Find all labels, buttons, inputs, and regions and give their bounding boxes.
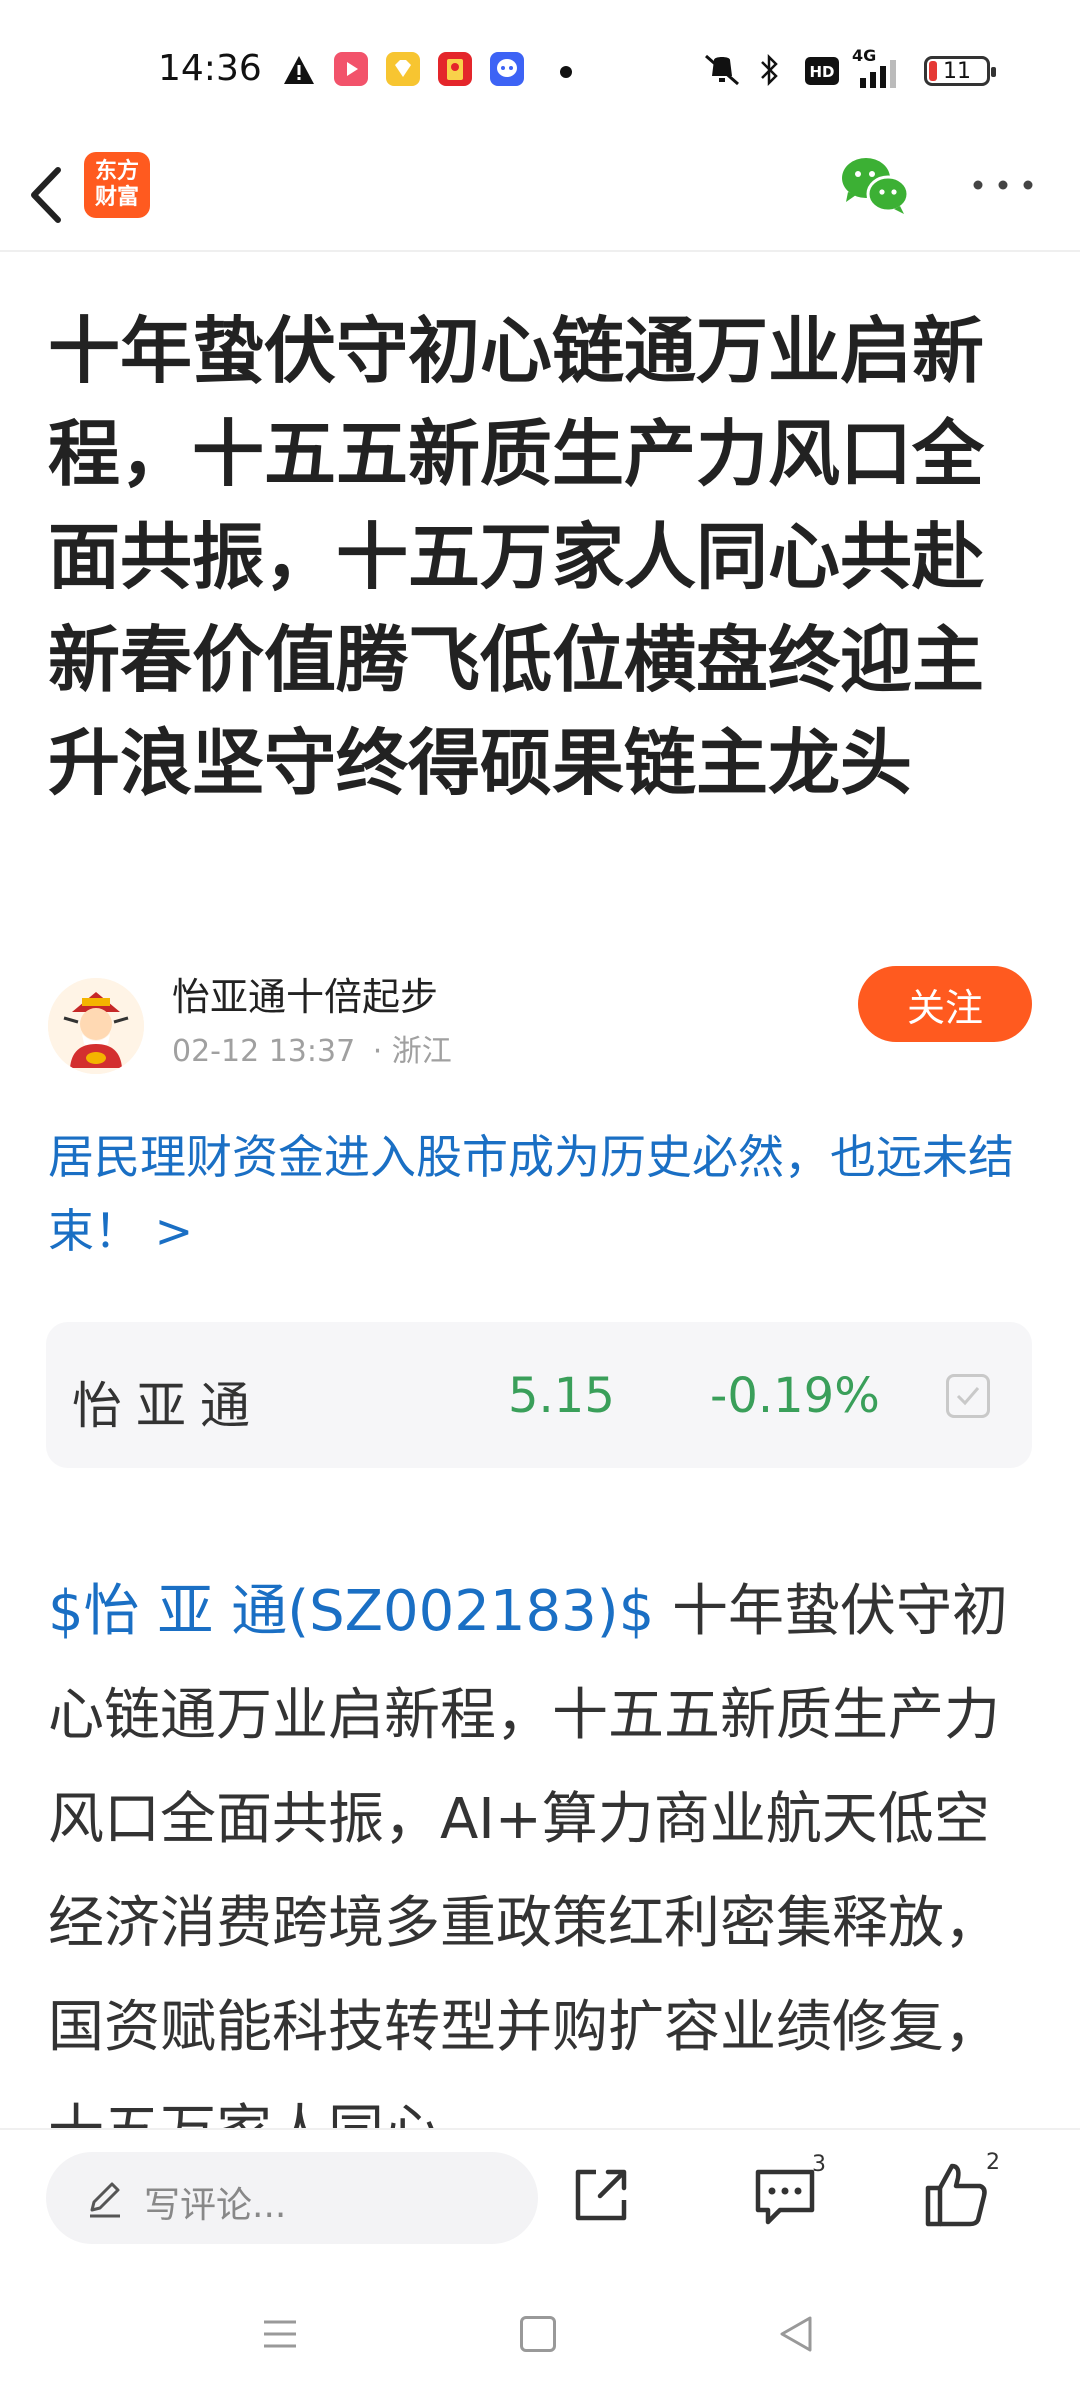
more-button[interactable] xyxy=(968,170,1038,200)
article-body-text: 十年蛰伏守初心链通万业启新程，十五五新质生产力风口全面共振，AI+算力商业航天低… xyxy=(48,1579,1009,2130)
video-app-icon xyxy=(334,52,368,86)
nav-back-icon[interactable] xyxy=(774,2312,818,2356)
menu-icon[interactable] xyxy=(260,2314,300,2354)
comment-input[interactable]: 写评论... xyxy=(46,2152,538,2244)
home-icon[interactable] xyxy=(520,2316,556,2352)
author-avatar[interactable] xyxy=(48,978,144,1074)
stock-price: 5.15 xyxy=(508,1368,615,1424)
app-logo[interactable]: 东方 财富 xyxy=(84,152,150,218)
diamond-app-icon xyxy=(386,52,420,86)
battery-level: 11 xyxy=(943,58,971,84)
status-bar: 14:36 HD 4G 11 xyxy=(0,0,1080,140)
logo-text-line2: 财富 xyxy=(94,185,139,210)
follow-button[interactable]: 关注 xyxy=(858,966,1032,1042)
like-count: 2 xyxy=(986,2150,1000,2175)
battery-icon: 11 xyxy=(924,56,996,86)
avatar-image xyxy=(48,978,144,1074)
author-name[interactable]: 怡亚通十倍起步 xyxy=(172,966,438,1021)
stock-tag-link[interactable]: $怡 亚 通(SZ002183)$ xyxy=(48,1579,654,1644)
back-button[interactable] xyxy=(20,150,80,240)
system-nav-bar xyxy=(0,2274,1080,2400)
watchlist-checkbox[interactable] xyxy=(946,1374,990,1418)
thumbs-up-icon xyxy=(925,2163,987,2227)
share-icon xyxy=(575,2169,627,2221)
red-envelope-app-icon xyxy=(438,52,472,86)
back-icon xyxy=(31,167,61,223)
top-nav-bar: 东方 财富 xyxy=(0,140,1080,252)
share-button[interactable] xyxy=(566,2160,636,2230)
comments-button[interactable]: 3 xyxy=(750,2152,830,2230)
comment-icon xyxy=(755,2169,815,2225)
pen-icon xyxy=(90,2182,120,2218)
notification-dot xyxy=(560,66,572,78)
article-title: 十年蛰伏守初心链通万业启新程，十五五新质生产力风口全面共振，十五万家人同心共赴新… xyxy=(48,309,985,805)
bottom-action-bar: 写评论... 3 2 xyxy=(0,2128,1080,2276)
chat-app-icon xyxy=(490,52,524,86)
post-meta: 02-12 13:37 · 浙江 xyxy=(172,1026,452,1070)
stock-card[interactable]: 怡亚通 5.15 -0.19% xyxy=(46,1322,1032,1468)
author-row: 怡亚通十倍起步 02-12 13:37 · 浙江 关注 xyxy=(48,960,1032,1080)
more-icon xyxy=(973,180,1033,190)
stock-name: 怡亚通 xyxy=(72,1377,264,1435)
bluetooth-icon xyxy=(761,53,778,87)
like-button[interactable]: 2 xyxy=(922,2150,1012,2232)
wechat-share-button[interactable] xyxy=(838,154,912,218)
status-time: 14:36 xyxy=(158,48,262,89)
comment-count: 3 xyxy=(812,2152,826,2177)
article-body: $怡 亚 通(SZ002183)$ 十年蛰伏守初心链通万业启新程，十五五新质生产… xyxy=(48,1560,1038,2130)
promo-link[interactable]: 居民理财资金进入股市成为历史必然，也远未结束！ > xyxy=(48,1120,1038,1268)
svg-text:HD: HD xyxy=(809,63,834,81)
mute-icon xyxy=(705,54,739,86)
post-location: · 浙江 xyxy=(372,1034,452,1069)
post-time: 02-12 13:37 xyxy=(172,1034,356,1069)
comment-placeholder: 写评论... xyxy=(144,2185,287,2226)
check-icon xyxy=(956,1387,980,1406)
battery-fill xyxy=(929,61,937,81)
logo-text-line1: 东方 xyxy=(94,159,139,184)
warning-icon xyxy=(284,56,314,84)
signal-icon xyxy=(860,60,896,88)
wechat-icon xyxy=(842,158,910,214)
hd-icon: HD xyxy=(805,57,839,85)
stock-change: -0.19% xyxy=(710,1368,880,1424)
